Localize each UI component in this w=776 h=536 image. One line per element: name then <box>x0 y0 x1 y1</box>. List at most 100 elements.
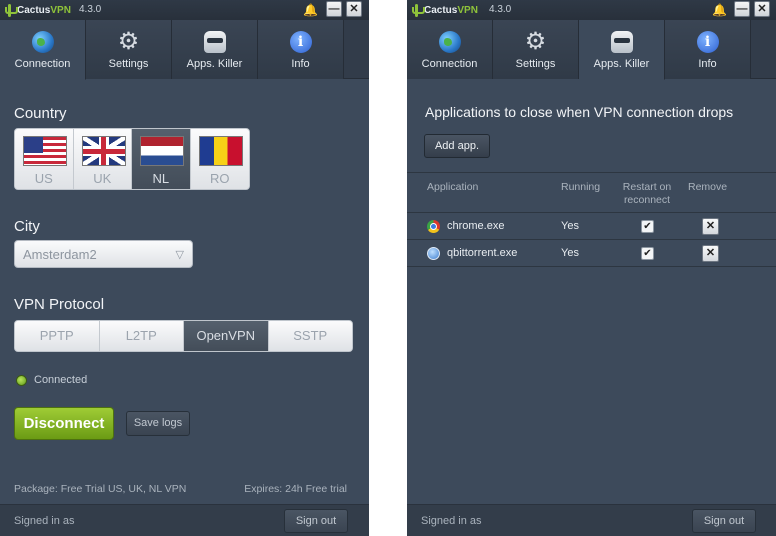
country-ro-button[interactable]: RO <box>190 129 249 189</box>
brand-name-vpn: VPN <box>50 4 71 16</box>
tab-label: Apps. Killer <box>593 58 650 70</box>
tab-label: Connection <box>421 58 478 70</box>
column-restart-line1: Restart on <box>622 181 672 193</box>
city-label: City <box>14 218 40 235</box>
remove-app-button[interactable]: ✕ <box>702 218 719 235</box>
table-row: qbittorrent.exe Yes ✔ ✕ <box>407 240 776 267</box>
table-row: chrome.exe Yes ✔ ✕ <box>407 213 776 240</box>
save-logs-button[interactable]: Save logs <box>126 411 190 436</box>
app-running: Yes <box>561 220 579 232</box>
city-dropdown[interactable]: Amsterdam2 ▽ <box>14 240 193 268</box>
globe-icon <box>31 31 54 53</box>
ro-flag-icon <box>198 136 243 166</box>
column-restart-line2: reconnect <box>623 194 671 206</box>
robot-icon <box>203 31 226 53</box>
protocol-selector: PPTP L2TP OpenVPN SSTP <box>14 320 353 352</box>
add-app-button[interactable]: Add app. <box>424 134 490 158</box>
gear-icon: ⚙ <box>117 28 140 55</box>
app-running: Yes <box>561 247 579 259</box>
sign-out-button[interactable]: Sign out <box>692 509 756 533</box>
country-selector: US UK NL RO <box>14 128 250 190</box>
cactusvpn-window-connection: Cactus VPN 4.3.0 🔔 — ✕ Connection ⚙ Setti… <box>0 0 369 536</box>
tab-bar: Connection ⚙ Settings Apps. Killer i Inf… <box>0 20 369 80</box>
app-version: 4.3.0 <box>489 4 512 15</box>
bell-icon[interactable]: 🔔 <box>303 3 318 17</box>
cactus-logo-icon <box>412 3 425 17</box>
country-nl-button[interactable]: NL <box>132 129 191 189</box>
gear-icon: ⚙ <box>524 28 547 55</box>
country-uk-button[interactable]: UK <box>73 129 132 189</box>
brand-name-vpn: VPN <box>457 4 478 16</box>
chevron-down-icon: ▽ <box>175 249 184 261</box>
tab-label: Apps. Killer <box>186 58 243 70</box>
tab-label: Settings <box>515 58 556 70</box>
package-info: Package: Free Trial US, UK, NL VPN <box>14 483 187 495</box>
tab-label: Settings <box>108 58 149 70</box>
city-value: Amsterdam2 <box>23 247 97 262</box>
expires-info: Expires: 24h Free trial <box>244 483 347 495</box>
status-indicator-icon <box>16 375 27 386</box>
cactus-logo-icon <box>5 3 18 17</box>
tab-apps-killer[interactable]: Apps. Killer <box>172 20 258 79</box>
title-bar: Cactus VPN 4.3.0 🔔 — ✕ <box>407 0 776 20</box>
apps-killer-heading: Applications to close when VPN connectio… <box>425 104 734 120</box>
restart-checkbox[interactable]: ✔ <box>641 247 654 260</box>
cactusvpn-window-apps-killer: Cactus VPN 4.3.0 🔔 — ✕ Connection ⚙ Setti… <box>407 0 776 536</box>
tab-info[interactable]: i Info <box>258 20 344 79</box>
chrome-icon <box>427 220 440 233</box>
tab-info[interactable]: i Info <box>665 20 751 79</box>
signed-in-label: Signed in as <box>14 515 75 527</box>
globe-icon <box>438 31 461 53</box>
app-logo: Cactus VPN <box>412 2 478 18</box>
minimize-button[interactable]: — <box>326 1 342 17</box>
us-flag-icon <box>23 136 67 166</box>
column-remove: Remove <box>688 181 728 193</box>
minimize-button[interactable]: — <box>734 1 750 17</box>
protocol-pptp-button[interactable]: PPTP <box>15 321 100 351</box>
nl-flag-icon <box>140 136 184 166</box>
remove-app-button[interactable]: ✕ <box>702 245 719 262</box>
country-us-button[interactable]: US <box>15 129 74 189</box>
tab-settings[interactable]: ⚙ Settings <box>86 20 172 79</box>
disconnect-button[interactable]: Disconnect <box>14 407 114 440</box>
column-application: Application <box>427 181 479 193</box>
connection-status: Connected <box>34 374 88 386</box>
close-button[interactable]: ✕ <box>754 1 770 17</box>
footer-bar: Signed in as Sign out <box>0 504 369 536</box>
tab-connection[interactable]: Connection <box>0 20 86 80</box>
country-code: US <box>34 171 53 186</box>
qbittorrent-icon <box>427 247 440 260</box>
footer-bar: Signed in as Sign out <box>407 504 776 536</box>
protocol-l2tp-button[interactable]: L2TP <box>99 321 184 351</box>
protocol-sstp-button[interactable]: SSTP <box>268 321 352 351</box>
app-name: chrome.exe <box>447 220 505 232</box>
signed-in-label: Signed in as <box>421 515 482 527</box>
brand-name: Cactus <box>424 4 458 16</box>
brand-name: Cactus <box>17 4 51 16</box>
robot-icon <box>610 31 633 53</box>
tab-label: Connection <box>14 58 71 70</box>
tab-label: Info <box>291 58 310 70</box>
uk-flag-icon <box>81 136 126 166</box>
app-logo: Cactus VPN <box>5 2 71 18</box>
country-label: Country <box>14 105 67 122</box>
tab-settings[interactable]: ⚙ Settings <box>493 20 579 79</box>
vpn-protocol-label: VPN Protocol <box>14 296 105 313</box>
close-button[interactable]: ✕ <box>346 1 362 17</box>
app-version: 4.3.0 <box>79 4 102 15</box>
tab-apps-killer[interactable]: Apps. Killer <box>579 20 665 80</box>
info-icon: i <box>696 31 719 53</box>
protocol-openvpn-button[interactable]: OpenVPN <box>184 321 269 351</box>
title-bar: Cactus VPN 4.3.0 🔔 — ✕ <box>0 0 369 20</box>
table-header: Application Running Restart on reconnect … <box>407 173 776 213</box>
restart-checkbox[interactable]: ✔ <box>641 220 654 233</box>
country-code: RO <box>210 171 230 186</box>
country-code: UK <box>93 171 112 186</box>
sign-out-button[interactable]: Sign out <box>284 509 348 533</box>
apps-table: Application Running Restart on reconnect … <box>407 172 776 267</box>
tab-connection[interactable]: Connection <box>407 20 493 79</box>
bell-icon[interactable]: 🔔 <box>712 3 727 17</box>
info-icon: i <box>289 31 312 53</box>
column-running: Running <box>561 181 601 193</box>
app-name: qbittorrent.exe <box>447 247 518 259</box>
